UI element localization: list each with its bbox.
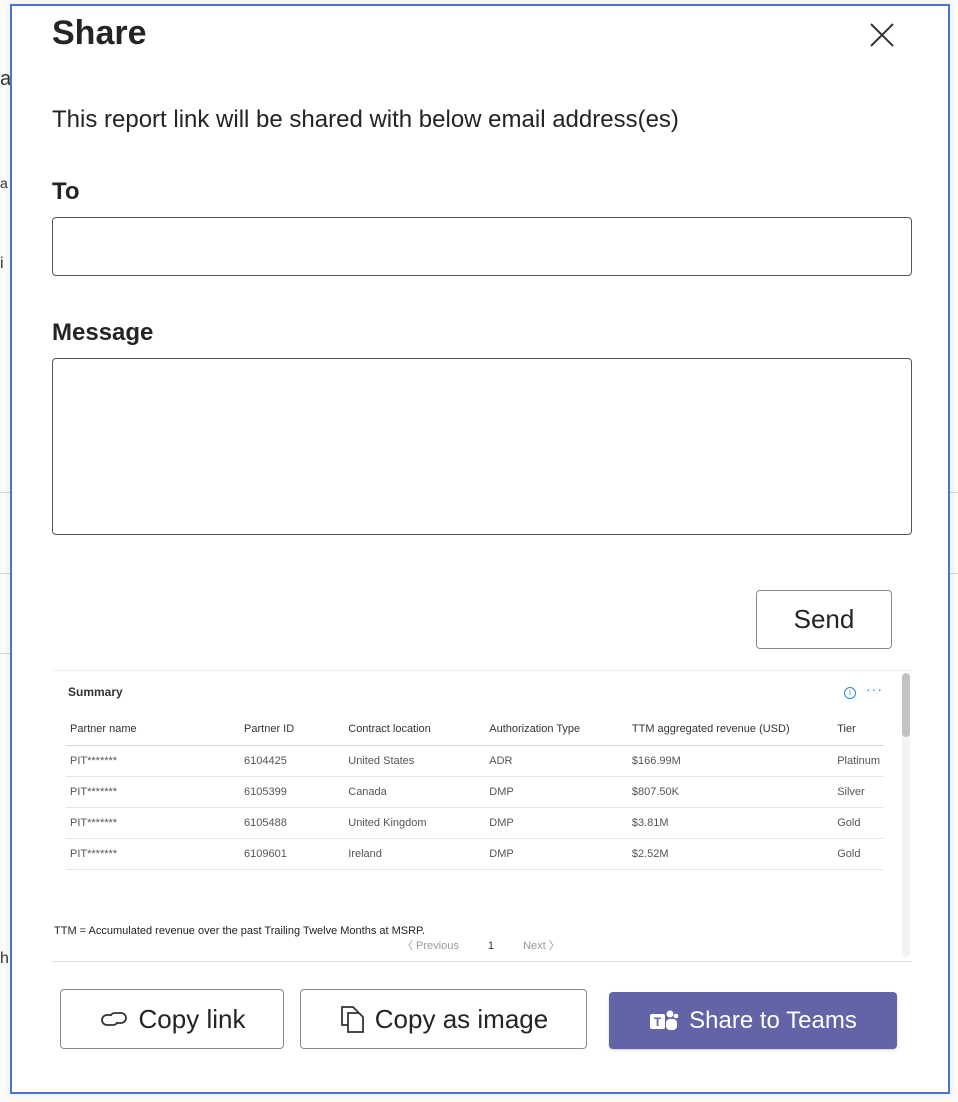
teams-icon: T [649, 1008, 679, 1034]
share-dialog: Share This report link will be shared wi… [10, 4, 950, 1094]
table-header-row: Partner name Partner ID Contract locatio… [66, 713, 884, 746]
share-to-teams-button[interactable]: T Share to Teams [609, 992, 897, 1049]
close-button[interactable] [865, 18, 899, 52]
info-icon[interactable]: i [844, 687, 856, 699]
copy-as-image-label: Copy as image [374, 1003, 549, 1034]
summary-table: Partner name Partner ID Contract locatio… [66, 713, 884, 870]
dialog-title: Share [52, 14, 147, 52]
table-cell: Ireland [344, 838, 486, 870]
table-cell: United Kingdom [344, 807, 486, 839]
column-header: Partner ID [240, 713, 345, 746]
table-cell: ADR [485, 745, 628, 777]
background-text: h [0, 950, 9, 967]
table-cell: PIT******* [66, 838, 241, 870]
pager-current-page: 1 [487, 940, 495, 952]
column-header: TTM aggregated revenue (USD) [627, 713, 834, 746]
column-header: Tier [833, 713, 884, 746]
table-cell: PIT******* [66, 745, 241, 777]
table-row: PIT******* 6105399 Canada DMP $807.50K S… [66, 776, 884, 808]
message-textarea[interactable] [52, 358, 912, 535]
table-cell: PIT******* [66, 776, 241, 808]
message-label: Message [52, 319, 154, 346]
table-cell: DMP [485, 807, 628, 839]
background-text: i [0, 255, 4, 272]
copy-link-label: Copy link [138, 1003, 246, 1034]
table-cell: Silver [833, 776, 884, 808]
table-cell: 6109601 [240, 838, 345, 870]
close-icon [870, 23, 894, 47]
pager-next[interactable]: Next 〉 [523, 940, 560, 952]
table-cell: Gold [833, 838, 884, 870]
table-cell: 6105488 [240, 807, 345, 839]
report-preview: Summary i ··· Partner name Partner ID Co… [52, 670, 912, 962]
table-cell: 6105399 [240, 776, 345, 808]
table-cell: 6104425 [240, 745, 345, 777]
table-cell: $807.50K [627, 776, 834, 808]
copy-link-button[interactable]: Copy link [60, 989, 284, 1049]
svg-text:T: T [654, 1015, 662, 1029]
table-cell: United States [344, 745, 486, 777]
table-cell: $2.52M [627, 838, 834, 870]
table-cell: PIT******* [66, 807, 241, 839]
preview-scrollbar-thumb[interactable] [902, 673, 910, 737]
table-cell: Canada [344, 776, 486, 808]
table-cell: DMP [485, 838, 628, 870]
share-to-teams-label: Share to Teams [689, 1006, 857, 1034]
to-label: To [52, 178, 80, 205]
table-cell: DMP [485, 776, 628, 808]
column-header: Authorization Type [485, 713, 628, 746]
copy-as-image-button[interactable]: Copy as image [300, 989, 587, 1049]
copy-icon [339, 1004, 365, 1034]
preview-footnote: TTM = Accumulated revenue over the past … [54, 925, 426, 937]
column-header: Partner name [66, 713, 241, 746]
dialog-subtitle: This report link will be shared with bel… [52, 106, 679, 133]
preview-title: Summary [68, 685, 123, 699]
pager-previous[interactable]: 〈 Previous [402, 940, 459, 952]
column-header: Contract location [344, 713, 486, 746]
table-row: PIT******* 6104425 United States ADR $16… [66, 745, 884, 777]
table-cell: $166.99M [627, 745, 834, 777]
table-cell: $3.81M [627, 807, 834, 839]
to-email-input[interactable] [52, 217, 912, 276]
table-cell: Gold [833, 807, 884, 839]
background-text: a [0, 175, 8, 191]
more-icon[interactable]: ··· [866, 681, 883, 697]
table-row: PIT******* 6105488 United Kingdom DMP $3… [66, 807, 884, 839]
link-icon [99, 1008, 129, 1030]
send-button[interactable]: Send [756, 590, 892, 649]
table-row: PIT******* 6109601 Ireland DMP $2.52M Go… [66, 838, 884, 870]
preview-pager: 〈 Previous 1 Next 〉 [402, 937, 586, 953]
table-cell: Platinum [833, 745, 884, 777]
